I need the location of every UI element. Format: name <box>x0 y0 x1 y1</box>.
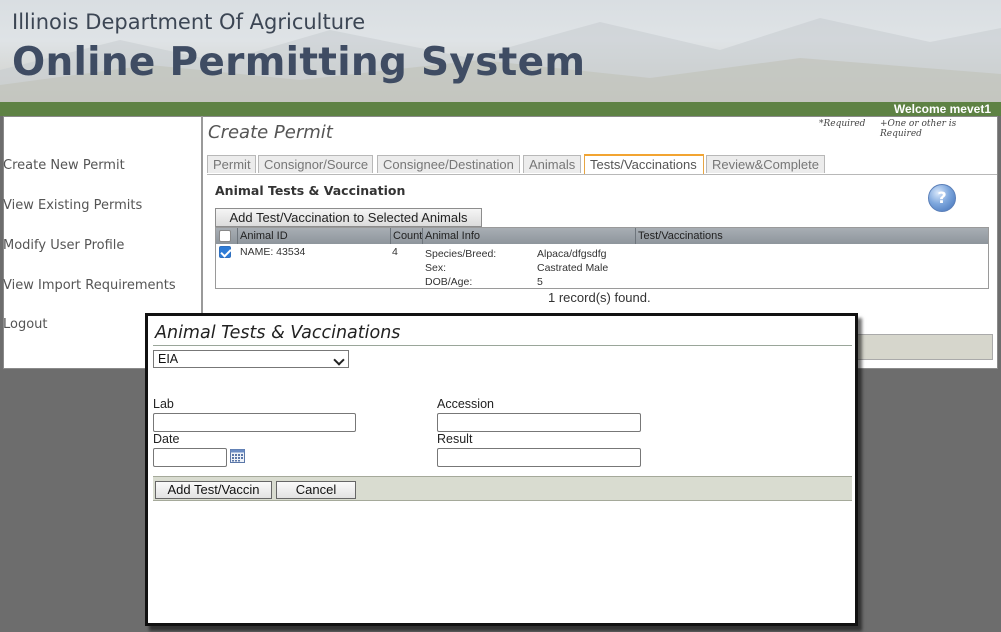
tab-divider <box>207 174 997 175</box>
cancel-button[interactable]: Cancel <box>276 481 356 499</box>
animals-grid: Animal ID Count Animal Info Test/Vaccina… <box>215 227 989 289</box>
add-test-vaccin-button[interactable]: Add Test/Vaccin <box>155 481 272 499</box>
site-header: Illinois Department Of Agriculture Onlin… <box>0 0 1001 102</box>
sidebar-item-logout[interactable]: Logout <box>3 317 48 332</box>
dialog-button-bar: Add Test/Vaccin Cancel <box>153 476 852 501</box>
lab-input[interactable] <box>153 413 356 432</box>
records-found: 1 record(s) found. <box>548 290 651 305</box>
dialog-title: Animal Tests & Vaccinations <box>155 323 401 343</box>
count-cell: 4 <box>392 246 398 258</box>
tab-review-complete[interactable]: Review&Complete <box>706 155 825 173</box>
select-all-checkbox[interactable] <box>219 230 231 242</box>
sidebar-item-view-import-requirements[interactable]: View Import Requirements <box>3 278 176 293</box>
accession-label: Accession <box>437 397 494 411</box>
lab-label: Lab <box>153 397 174 411</box>
accession-input[interactable] <box>437 413 641 432</box>
tab-animals[interactable]: Animals <box>523 155 581 173</box>
tab-tests-vaccinations[interactable]: Tests/Vaccinations <box>584 154 704 174</box>
column-header-animal-id[interactable]: Animal ID <box>237 228 390 244</box>
dob-age-label: DOB/Age: <box>425 276 473 288</box>
chevron-down-icon <box>333 354 345 366</box>
sidebar-item-create-new-permit[interactable]: Create New Permit <box>3 158 125 173</box>
section-title: Animal Tests & Vaccination <box>215 183 406 198</box>
sex-value: Castrated Male <box>537 262 609 274</box>
test-type-select[interactable]: EIA <box>153 350 349 368</box>
column-header-test-vaccinations[interactable]: Test/Vaccinations <box>635 228 988 244</box>
welcome-message: Welcome mevet1 <box>893 102 991 116</box>
date-input[interactable] <box>153 448 227 467</box>
department-name: Illinois Department Of Agriculture <box>12 10 366 34</box>
sidebar-item-view-existing-permits[interactable]: View Existing Permits <box>3 198 142 213</box>
system-title: Online Permitting System <box>12 40 586 85</box>
result-input[interactable] <box>437 448 641 467</box>
row-checkbox[interactable] <box>219 246 231 258</box>
calendar-icon[interactable] <box>230 449 245 463</box>
dialog-title-rule <box>153 345 852 346</box>
help-icon[interactable]: ? <box>928 184 956 212</box>
animal-id-cell: NAME: 43534 <box>240 246 306 258</box>
either-required-note: +One or other is Required <box>880 119 957 139</box>
dob-age-value: 5 <box>537 276 543 288</box>
test-type-selected-value: EIA <box>158 352 179 366</box>
tab-consignor-source[interactable]: Consignor/Source <box>258 155 373 173</box>
tab-consignee-destination[interactable]: Consignee/Destination <box>377 155 520 173</box>
column-header-animal-info[interactable]: Animal Info <box>422 228 635 244</box>
species-breed-value: Alpaca/dfgsdfg <box>537 248 607 260</box>
date-label: Date <box>153 432 180 446</box>
species-breed-label: Species/Breed: <box>425 248 497 260</box>
column-header-count[interactable]: Count <box>390 228 422 244</box>
result-label: Result <box>437 432 473 446</box>
sidebar-item-modify-user-profile[interactable]: Modify User Profile <box>3 238 124 253</box>
grid-header: Animal ID Count Animal Info Test/Vaccina… <box>216 228 988 244</box>
page-title: Create Permit <box>208 122 333 143</box>
sex-label: Sex: <box>425 262 447 274</box>
header-bar <box>0 102 1001 116</box>
tab-permit[interactable]: Permit <box>207 155 256 173</box>
test-vaccination-dialog: Animal Tests & Vaccinations EIA Lab Acce… <box>145 313 858 626</box>
add-test-vaccination-button[interactable]: Add Test/Vaccination to Selected Animals <box>215 208 482 227</box>
required-note: *Required <box>819 119 866 129</box>
